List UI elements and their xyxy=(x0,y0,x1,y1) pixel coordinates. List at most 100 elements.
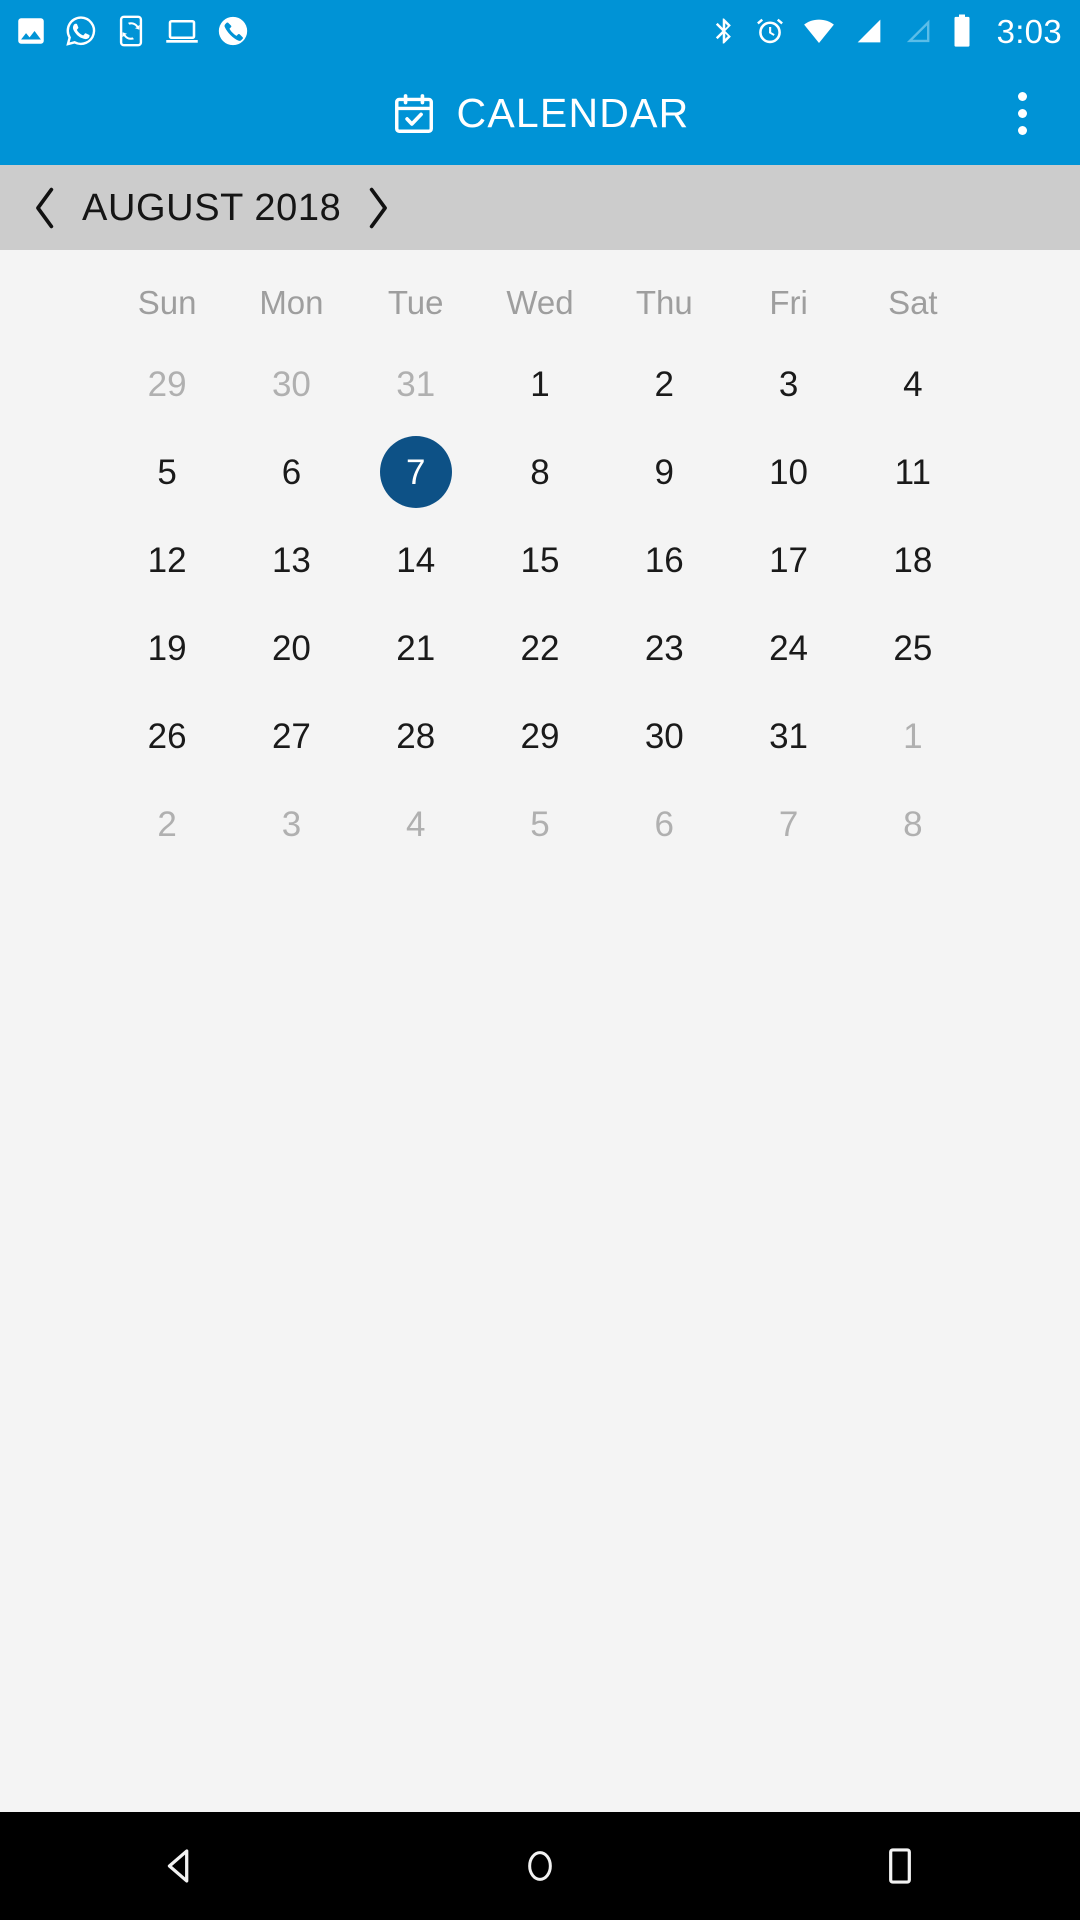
calendar-day-cell[interactable]: 3 xyxy=(726,340,850,428)
alarm-icon xyxy=(754,14,786,48)
day-number: 10 xyxy=(769,452,809,492)
calendar-weeks: 29 30 31 1 2 3 4 5 6 7 8 9 10 11 12 13 14 15 16 17 18 19 20 21 2… xyxy=(0,340,1080,868)
whatsapp-icon xyxy=(64,14,98,48)
day-number: 15 xyxy=(520,540,560,580)
page-title: CALENDAR xyxy=(456,90,690,136)
day-number: 16 xyxy=(644,540,684,580)
calendar-month-view: Sun Mon Tue Wed Thu Fri Sat 29 30 31 1 2 3 4 5 6 7 8 9 10 1… xyxy=(0,250,1080,1810)
day-number: 4 xyxy=(903,364,923,404)
calendar-day-cell[interactable]: 22 xyxy=(478,604,602,692)
day-number: 21 xyxy=(396,628,436,668)
calendar-day-cell[interactable]: 29 xyxy=(105,340,229,428)
day-number: 8 xyxy=(903,804,923,844)
signal-empty-icon xyxy=(901,14,935,48)
day-number: 9 xyxy=(654,452,675,492)
image-icon xyxy=(14,14,48,48)
calendar-week-row: 19 20 21 22 23 24 25 xyxy=(105,604,975,692)
calendar-day-cell[interactable]: 7 xyxy=(354,428,478,516)
calendar-week-row: 29 30 31 1 2 3 4 xyxy=(105,340,975,428)
status-bar-system-icons: 3:03 xyxy=(709,13,1062,49)
recents-button[interactable] xyxy=(830,1812,970,1920)
overflow-menu-button[interactable] xyxy=(994,79,1050,149)
home-button[interactable] xyxy=(470,1812,610,1920)
calendar-day-cell[interactable]: 30 xyxy=(229,340,353,428)
day-number: 25 xyxy=(893,628,933,668)
calendar-day-cell[interactable]: 23 xyxy=(602,604,726,692)
calendar-day-cell[interactable]: 3 xyxy=(229,780,353,868)
day-number: 2 xyxy=(654,364,675,404)
calendar-day-cell[interactable]: 28 xyxy=(354,692,478,780)
menu-dot xyxy=(1017,92,1027,101)
calendar-day-cell[interactable]: 2 xyxy=(602,340,726,428)
day-number: 29 xyxy=(147,364,187,404)
calendar-day-cell[interactable]: 7 xyxy=(726,780,850,868)
day-number: 14 xyxy=(396,540,436,580)
calendar-day-cell[interactable]: 2 xyxy=(105,780,229,868)
status-bar: 3:03 xyxy=(0,0,1080,62)
day-of-week-mon: Mon xyxy=(259,284,324,321)
day-number: 29 xyxy=(520,716,560,756)
day-number: 6 xyxy=(281,452,302,492)
day-number: 6 xyxy=(654,804,675,844)
calendar-day-cell[interactable]: 17 xyxy=(726,516,850,604)
calendar-day-cell[interactable]: 19 xyxy=(105,604,229,692)
calendar-day-cell[interactable]: 21 xyxy=(354,604,478,692)
calendar-day-cell[interactable]: 26 xyxy=(105,692,229,780)
system-navigation-bar xyxy=(0,1812,1080,1920)
calendar-day-cell[interactable]: 24 xyxy=(726,604,850,692)
day-of-week-wed: Wed xyxy=(506,284,574,321)
day-number: 1 xyxy=(530,364,550,404)
calendar-day-cell[interactable]: 14 xyxy=(354,516,478,604)
calendar-day-cell[interactable]: 9 xyxy=(602,428,726,516)
calendar-day-cell[interactable]: 4 xyxy=(354,780,478,868)
calendar-day-cell[interactable]: 1 xyxy=(478,340,602,428)
day-number: 11 xyxy=(894,452,932,492)
day-number: 28 xyxy=(396,716,436,756)
calendar-day-cell[interactable]: 5 xyxy=(105,428,229,516)
day-number: 3 xyxy=(281,804,302,844)
calendar-day-cell[interactable]: 6 xyxy=(602,780,726,868)
calendar-day-cell[interactable]: 15 xyxy=(478,516,602,604)
day-number: 20 xyxy=(271,628,311,668)
day-number: 5 xyxy=(157,452,177,492)
month-nav-group: AUGUST 2018 xyxy=(26,182,397,234)
chevron-right-icon[interactable] xyxy=(359,182,397,234)
day-of-week-header-row: Sun Mon Tue Wed Thu Fri Sat xyxy=(105,266,975,340)
day-number: 12 xyxy=(147,540,187,580)
calendar-day-cell[interactable]: 18 xyxy=(851,516,975,604)
calendar-day-cell[interactable]: 4 xyxy=(851,340,975,428)
day-number: 27 xyxy=(271,716,311,756)
calendar-day-cell[interactable]: 12 xyxy=(105,516,229,604)
day-number: 17 xyxy=(769,540,809,580)
chevron-left-icon[interactable] xyxy=(26,182,64,234)
day-number: 31 xyxy=(396,364,436,404)
calendar-week-row: 26 27 28 29 30 31 1 xyxy=(105,692,975,780)
day-number: 19 xyxy=(147,628,187,668)
calendar-day-cell[interactable]: 8 xyxy=(851,780,975,868)
calendar-day-cell[interactable]: 30 xyxy=(602,692,726,780)
calendar-day-cell[interactable]: 6 xyxy=(229,428,353,516)
day-number: 5 xyxy=(530,804,550,844)
calendar-day-cell[interactable]: 5 xyxy=(478,780,602,868)
calendar-day-cell[interactable]: 29 xyxy=(478,692,602,780)
calendar-day-cell[interactable]: 20 xyxy=(229,604,353,692)
day-number: 30 xyxy=(644,716,684,756)
calendar-day-cell[interactable]: 31 xyxy=(726,692,850,780)
calendar-day-cell[interactable]: 27 xyxy=(229,692,353,780)
bluetooth-icon xyxy=(709,14,739,48)
day-of-week-sun: Sun xyxy=(137,284,197,321)
calendar-day-cell[interactable]: 11 xyxy=(851,428,975,516)
back-button[interactable] xyxy=(110,1812,250,1920)
calendar-day-cell[interactable]: 25 xyxy=(851,604,975,692)
calendar-day-cell[interactable]: 8 xyxy=(478,428,602,516)
month-year-label[interactable]: AUGUST 2018 xyxy=(82,189,341,227)
calendar-day-cell[interactable]: 1 xyxy=(851,692,975,780)
calendar-day-cell[interactable]: 13 xyxy=(229,516,353,604)
calendar-day-cell[interactable]: 31 xyxy=(354,340,478,428)
day-number: 4 xyxy=(405,804,426,844)
day-number: 18 xyxy=(893,540,933,580)
month-navigation-bar: AUGUST 2018 xyxy=(0,165,1080,250)
calendar-day-cell[interactable]: 10 xyxy=(726,428,850,516)
calendar-week-row: 12 13 14 15 16 17 18 xyxy=(105,516,975,604)
calendar-day-cell[interactable]: 16 xyxy=(602,516,726,604)
